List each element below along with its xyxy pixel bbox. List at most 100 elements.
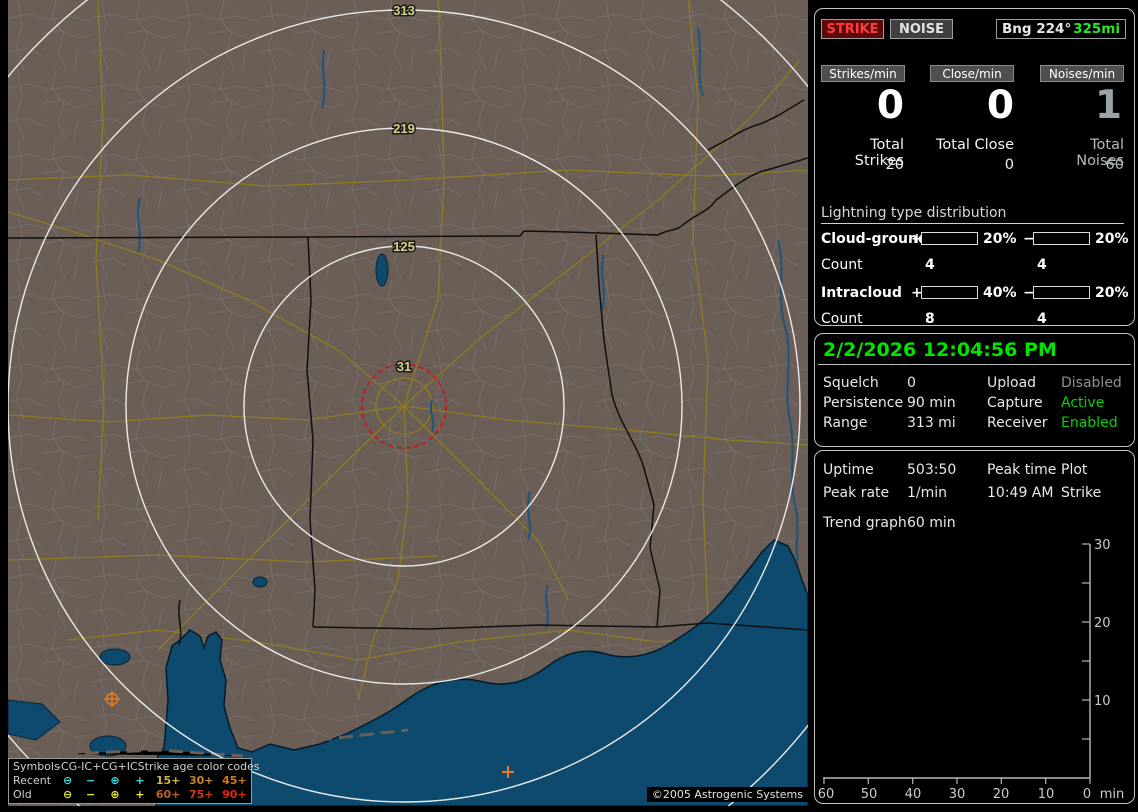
range-label: Range [823, 415, 868, 431]
legend-header-row: Symbols -CG -IC +CG +IC Strike age color… [13, 760, 260, 774]
cg-count-label: Count [821, 257, 863, 273]
strike-stats-panel: STRIKE NOISE Bng 224° 325mi Strikes/min … [814, 8, 1135, 327]
x-label-10: 10 [1038, 787, 1055, 802]
recent-neg-cg-icon: ⊖ [63, 774, 73, 787]
cg-positive-bar [921, 232, 978, 245]
ring-label-125: 125 [393, 239, 415, 254]
age-code-90: 90+ [222, 788, 247, 801]
age-code-60: 60+ [155, 788, 181, 801]
recent-neg-ic-icon: − [85, 774, 96, 787]
age-code-30: 30+ [188, 774, 214, 787]
symbols-legend: Symbols -CG -IC +CG +IC Strike age color… [8, 758, 260, 804]
app-window: { "map": { "ring_labels": ["313", "219",… [0, 0, 1138, 812]
squelch-label: Squelch [823, 375, 879, 391]
ic-count-label: Count [821, 311, 863, 327]
upload-status: Disabled [1061, 375, 1122, 391]
total-close-label: Total Close [936, 137, 1014, 153]
trend-y-ticks [1082, 543, 1090, 740]
peak-time-value: 10:49 AM [987, 485, 1054, 501]
intracloud-label: Intracloud [821, 285, 902, 301]
trend-x-ticks [823, 778, 1091, 784]
distribution-title: Lightning type distribution [821, 205, 1007, 221]
recent-pos-cg-icon: ⊕ [110, 774, 120, 787]
strikes-per-min-chip[interactable]: Strikes/min [821, 65, 905, 82]
close-per-min-chip[interactable]: Close/min [930, 65, 1014, 82]
legend-old-label: Old [13, 788, 32, 801]
upload-label: Upload [987, 375, 1037, 391]
noises-per-min-chip[interactable]: Noises/min [1040, 65, 1124, 82]
system-panel: Uptime 503:50 Peak time Plot Peak rate 1… [814, 450, 1135, 804]
uptime-label: Uptime [823, 462, 874, 478]
bearing-value: Bng 224° [1002, 21, 1072, 37]
uptime-row: Uptime 503:50 Peak time Plot [815, 462, 1134, 480]
cg-positive-count: 4 [925, 257, 935, 273]
ring-label-31: 31 [397, 359, 411, 374]
cloud-ground-row: Cloud-ground + 20% − 20% [815, 231, 1134, 247]
uptime-value: 503:50 [907, 462, 957, 478]
cg-negative-bar [1033, 232, 1090, 245]
cloud-ground-count-row: Count 4 4 [815, 257, 1134, 273]
noises-per-min-value: 1 [1094, 83, 1122, 128]
copyright-notice: ©2005 Astrogenic Systems [646, 787, 808, 802]
cg-positive-pct: 20% [983, 231, 1017, 247]
y-label-10: 10 [1094, 694, 1111, 709]
ring-label-313: 313 [393, 3, 415, 18]
ring-label-219: 219 [393, 121, 415, 136]
persistence-label: Persistence [823, 395, 904, 411]
total-strikes-value: 20 [885, 157, 904, 173]
legend-recent-row: Recent ⊖ − ⊕ + 15+ 30+ 45+ [13, 774, 251, 788]
legend-symbols-header: Symbols [13, 760, 60, 773]
age-code-45: 45+ [222, 774, 247, 787]
map-canvas: 313 219 125 31 [8, 0, 808, 806]
total-close-value: 0 [1004, 157, 1014, 173]
lightning-map[interactable]: 313 219 125 31 Symbols -CG -IC +CG +IC S… [8, 0, 808, 806]
persistence-value: 90 min [907, 395, 956, 411]
plot-label: Plot [1061, 462, 1088, 478]
y-label-30: 30 [1094, 538, 1111, 553]
persistence-row: Persistence 90 min Capture Active [815, 395, 1134, 413]
noise-mode-button[interactable]: NOISE [890, 19, 953, 39]
x-label-60: 60 [818, 787, 835, 802]
trend-y-labels: 30 20 10 [1094, 538, 1111, 709]
capture-status: Active [1061, 395, 1105, 411]
x-label-30: 30 [949, 787, 966, 802]
total-noises-value: 60 [1105, 157, 1124, 173]
intracloud-count-row: Count 8 4 [815, 311, 1134, 327]
legend-col-neg-cg: -CG [57, 760, 78, 773]
datetime-display: 2/2/2026 12:04:56 PM [823, 339, 1057, 361]
trend-graph: 30 20 10 60 50 40 30 20 10 0 min [818, 538, 1125, 802]
recent-pos-ic-icon: + [135, 774, 145, 787]
bearing-distance: 325mi [1073, 21, 1120, 37]
strikes-per-min-value: 0 [876, 83, 904, 128]
age-code-75: 75+ [188, 788, 214, 801]
close-per-min-value: 0 [986, 83, 1014, 128]
ic-negative-bar [1033, 286, 1090, 299]
ic-negative-count: 4 [1037, 311, 1047, 327]
ic-positive-pct: 40% [983, 285, 1017, 301]
x-label-0: 0 [1083, 787, 1091, 802]
x-label-20: 20 [993, 787, 1010, 802]
peak-time-label: Peak time [987, 462, 1057, 478]
trend-graph-label: Trend graph [823, 515, 907, 531]
age-code-15: 15+ [155, 774, 181, 787]
ic-positive-bar [921, 286, 978, 299]
capture-label: Capture [987, 395, 1043, 411]
cg-negative-count: 4 [1037, 257, 1047, 273]
datetime-divider [818, 364, 1131, 365]
peak-rate-label: Peak rate [823, 485, 890, 501]
plot-mode-value: Strike [1061, 485, 1102, 501]
receiver-status: Enabled [1061, 415, 1118, 431]
status-panel: 2/2/2026 12:04:56 PM Squelch 0 Upload Di… [814, 333, 1135, 447]
x-label-40: 40 [905, 787, 922, 802]
range-value: 313 mi [907, 415, 956, 431]
cg-negative-pct: 20% [1095, 231, 1129, 247]
legend-recent-label: Recent [13, 774, 52, 787]
ic-positive-count: 8 [925, 311, 935, 327]
intracloud-row: Intracloud + 40% − 20% [815, 285, 1134, 301]
old-neg-cg-icon: ⊖ [63, 788, 73, 801]
trend-graph-window: 60 min [907, 515, 956, 531]
receiver-label: Receiver [987, 415, 1048, 431]
strike-mode-button[interactable]: STRIKE [821, 19, 884, 39]
old-neg-ic-icon: − [85, 788, 96, 801]
legend-old-row: Old ⊖ − ⊕ + 60+ 75+ 90+ [13, 788, 251, 802]
